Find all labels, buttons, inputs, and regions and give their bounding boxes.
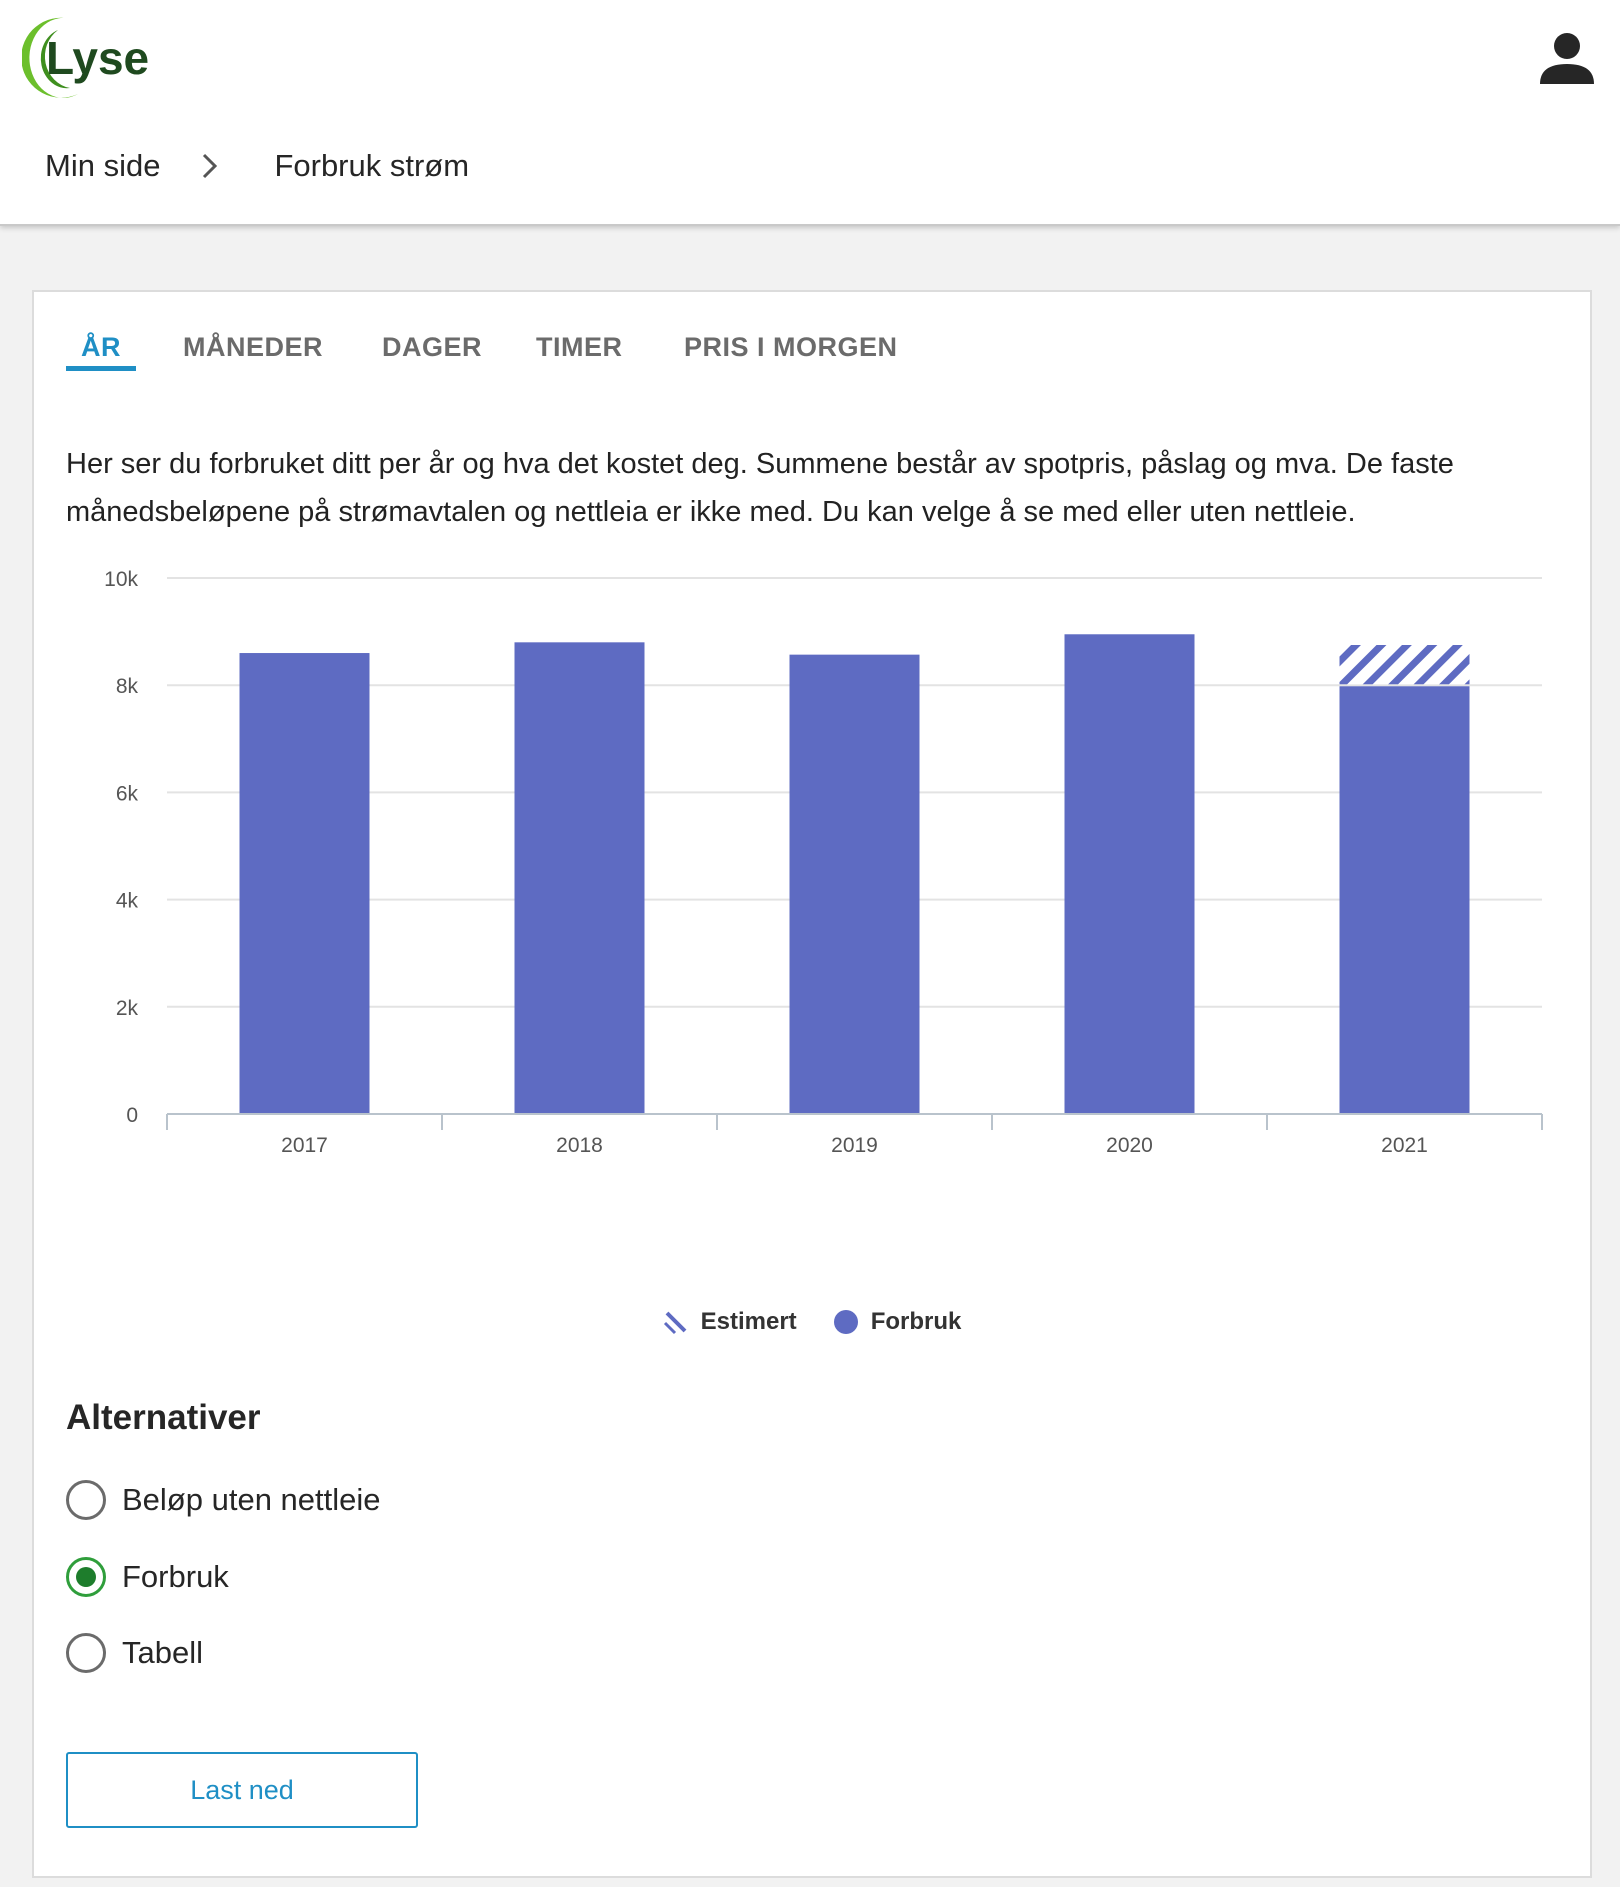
radio-label: Beløp uten nettleie (122, 1482, 381, 1517)
bar-forbruk-2021[interactable] (1339, 686, 1470, 1114)
circle-icon (833, 1310, 858, 1334)
user-profile-icon[interactable] (1538, 30, 1596, 88)
tab-maneder[interactable]: MÅNEDER (183, 332, 323, 382)
x-tick-label: 2018 (556, 1134, 603, 1157)
x-tick-label: 2021 (1381, 1134, 1428, 1157)
breadcrumb-min-side[interactable]: Min side (45, 148, 160, 184)
x-tick-label: 2017 (281, 1134, 328, 1157)
active-tab-indicator (66, 366, 136, 371)
y-tick-label: 0 (126, 1104, 138, 1127)
period-tabs: ÅR MÅNEDER DAGER TIMER PRIS I MORGEN (34, 292, 1590, 382)
legend-label-forbruk: Forbruk (870, 1308, 962, 1335)
breadcrumb-current-page: Forbruk strøm (274, 148, 470, 183)
bar-forbruk-2020[interactable] (1064, 634, 1195, 1114)
radio-button-checked[interactable] (66, 1557, 106, 1597)
radio-button[interactable] (66, 1633, 106, 1673)
breadcrumb: Min side Forbruk strøm (45, 146, 469, 186)
y-tick-label: 6k (116, 782, 139, 805)
y-tick-label: 2k (116, 997, 139, 1020)
y-tick-label: 4k (116, 890, 139, 913)
consumption-card: ÅR MÅNEDER DAGER TIMER PRIS I MORGEN Her… (32, 290, 1592, 1878)
tab-ar[interactable]: ÅR (81, 332, 121, 382)
radio-label: Forbruk (122, 1559, 229, 1594)
download-button[interactable]: Last ned (66, 1752, 418, 1828)
bar-forbruk-2019[interactable] (789, 654, 920, 1114)
bar-forbruk-2018[interactable] (514, 642, 645, 1114)
x-tick-label: 2020 (1106, 1134, 1153, 1157)
bar-estimert-2021[interactable] (1339, 645, 1470, 685)
tab-timer[interactable]: TIMER (536, 332, 623, 382)
y-tick-label: 8k (116, 675, 139, 698)
bar-forbruk-2017[interactable] (239, 653, 370, 1114)
legend-item-forbruk[interactable]: Forbruk (833, 1308, 962, 1336)
radio-label: Tabell (122, 1635, 203, 1670)
radio-button[interactable] (66, 1480, 106, 1520)
legend-item-estimert[interactable]: Estimert (663, 1308, 797, 1336)
chevron-right-icon (188, 146, 232, 186)
y-tick-label: 10k (104, 568, 138, 591)
chart-legend: Estimert Forbruk (34, 1302, 1590, 1342)
yearly-consumption-chart: 0 2k 4k 6k 8k 10k 2017 2018 2019 2020 2021 (104, 568, 1543, 1157)
x-tick-label: 2019 (831, 1134, 878, 1157)
app-header: Lyse Min side Forbruk strøm (0, 0, 1620, 226)
tab-pris-i-morgen[interactable]: PRIS I MORGEN (684, 332, 898, 382)
tab-dager[interactable]: DAGER (382, 332, 482, 382)
diagonal-stripe-icon (663, 1311, 687, 1335)
lyse-logo[interactable]: Lyse (21, 14, 162, 104)
legend-label-estimert: Estimert (700, 1308, 797, 1335)
logo-text: Lyse (46, 32, 149, 84)
radio-forbruk[interactable]: Forbruk (66, 1555, 229, 1599)
description-text: Her ser du forbruket ditt per år og hva … (66, 448, 1454, 528)
radio-tabell[interactable]: Tabell (66, 1631, 203, 1675)
radio-belop-uten-nettleie[interactable]: Beløp uten nettleie (66, 1478, 381, 1522)
alternatives-heading: Alternativer (66, 1398, 261, 1437)
